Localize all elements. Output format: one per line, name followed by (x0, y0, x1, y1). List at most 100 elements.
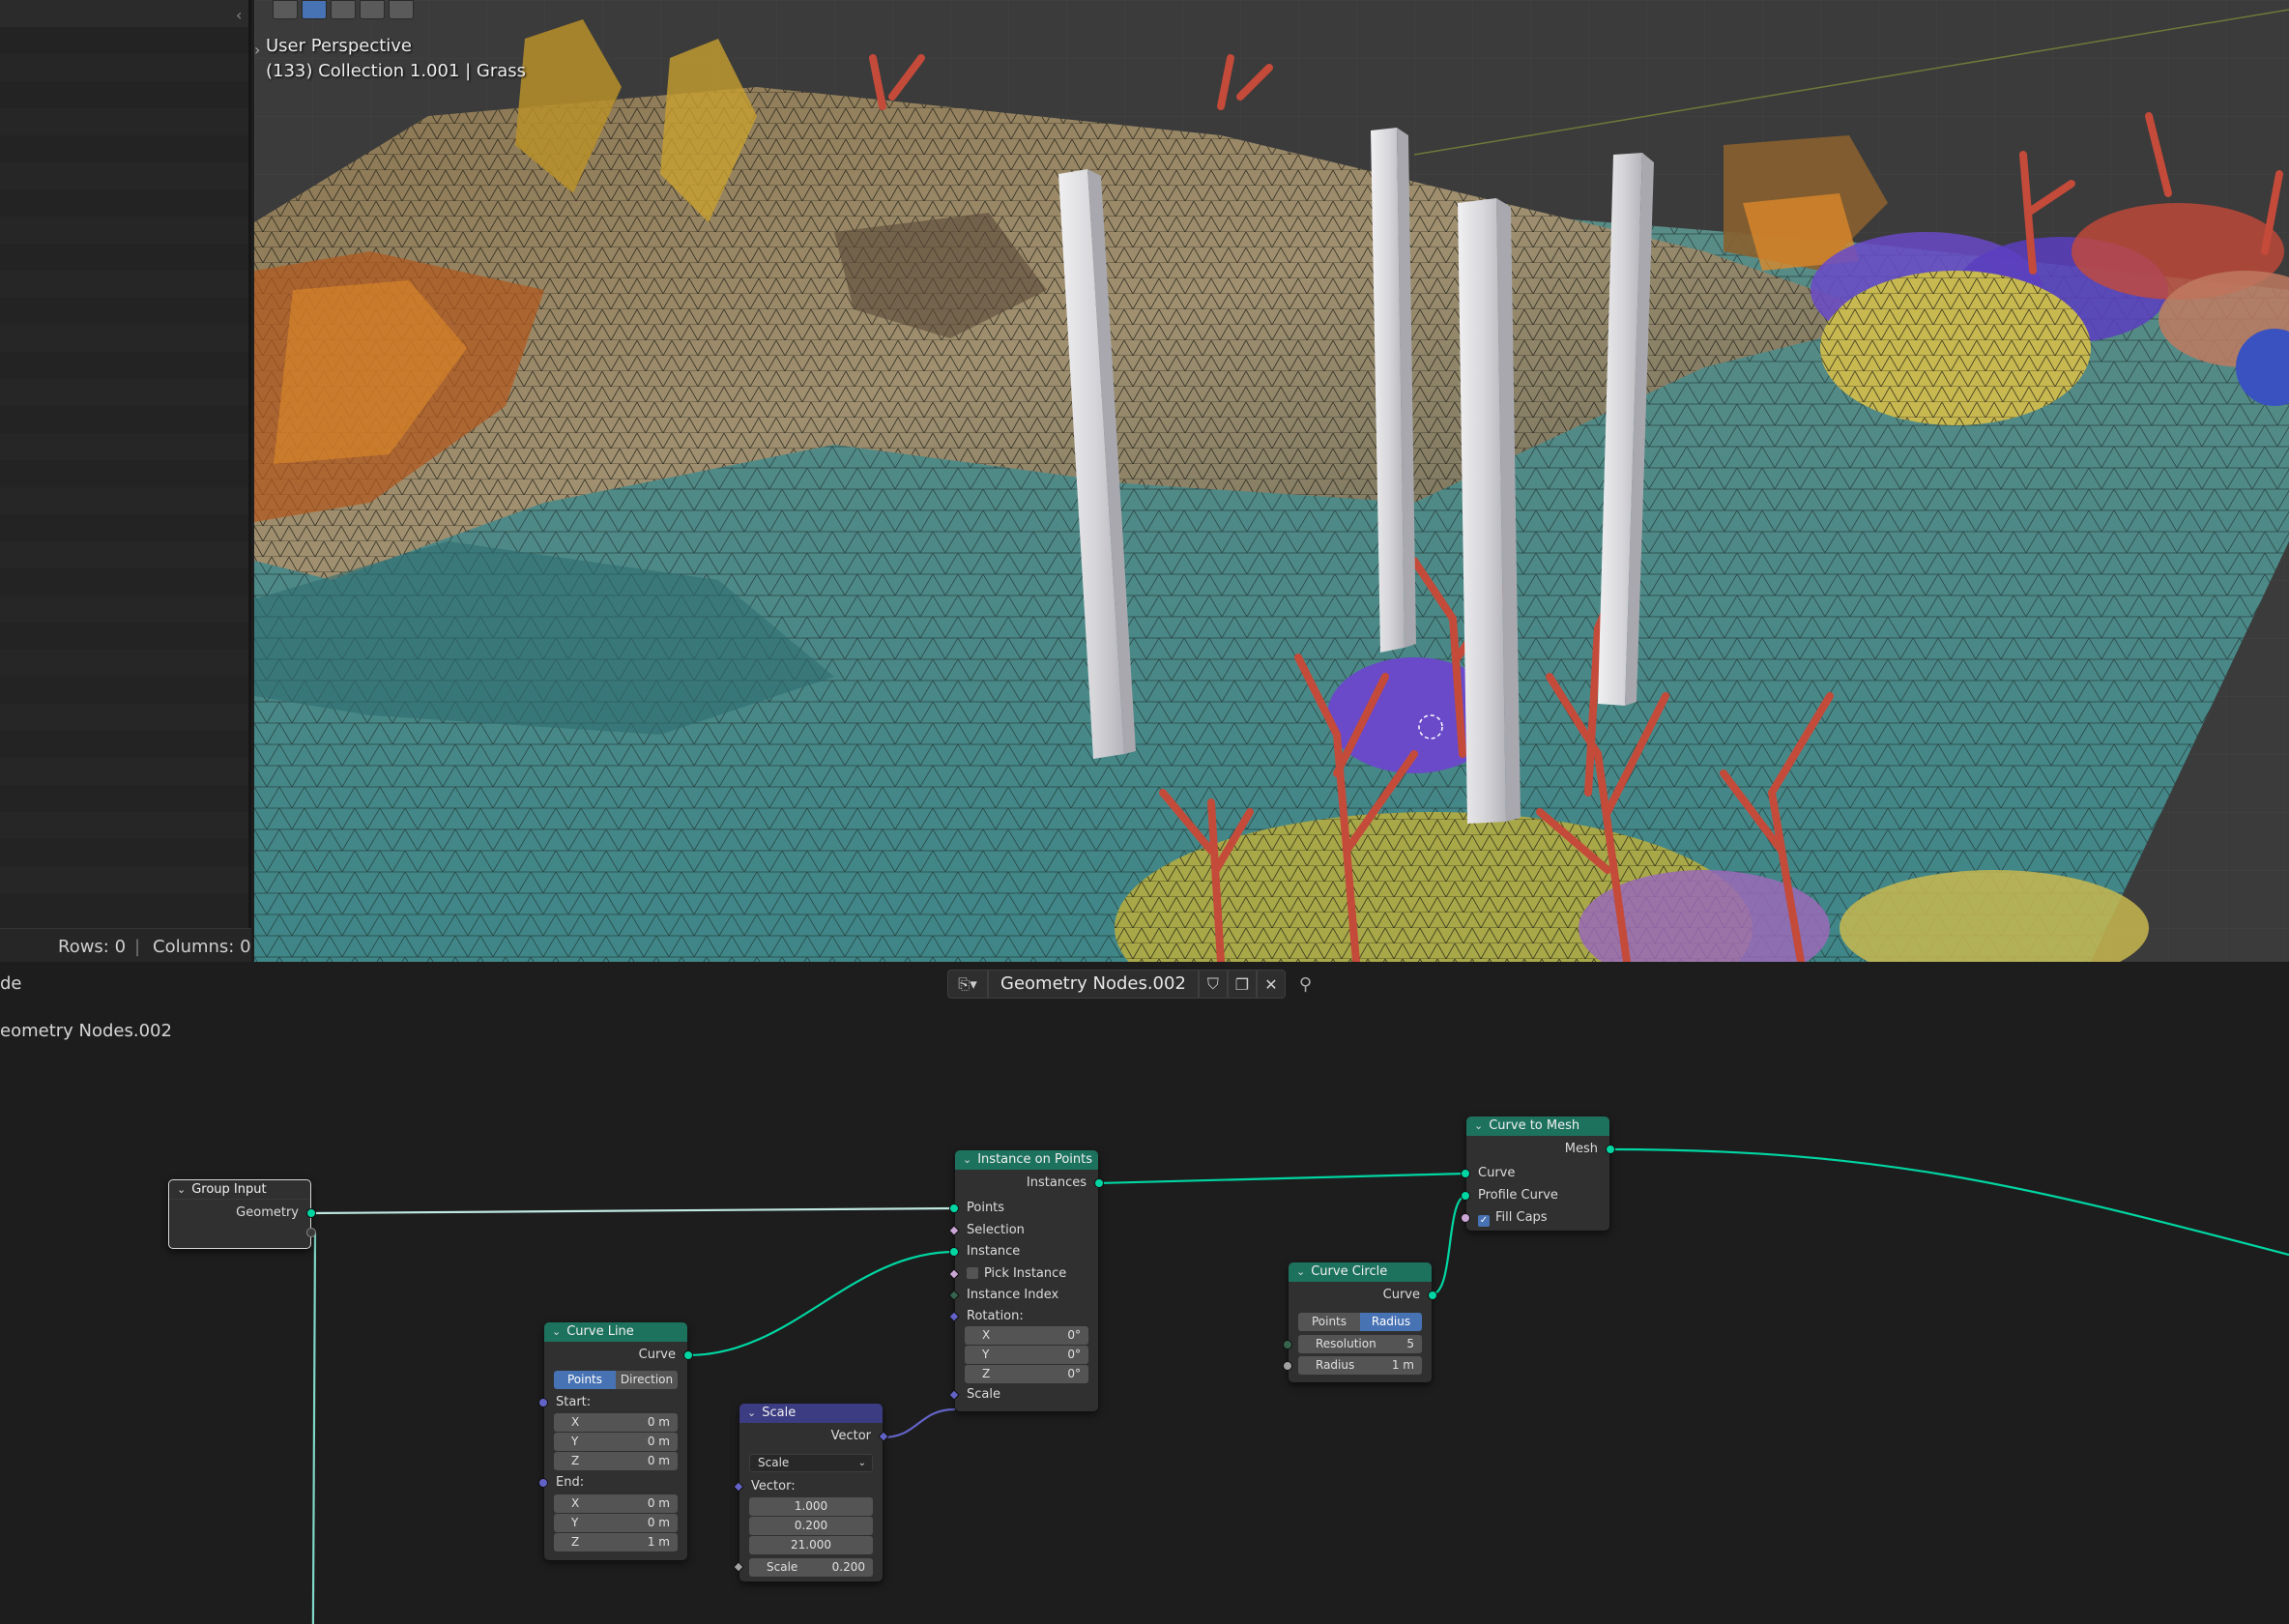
spreadsheet-row (0, 541, 248, 568)
spreadsheet-row (0, 866, 248, 893)
vector-z-field[interactable]: 21.000 (749, 1536, 873, 1554)
mode-radius-button[interactable]: Radius (1360, 1313, 1422, 1331)
mode-toggle: Points Direction (554, 1371, 678, 1389)
view-info: (133) Collection 1.001 | Grass (266, 61, 527, 81)
spreadsheet-row (0, 271, 248, 298)
select-box-mode-button[interactable] (302, 0, 327, 19)
spreadsheet-row (0, 325, 248, 352)
socket-label: Curve (1382, 1288, 1420, 1302)
node-group-input[interactable]: ⌄ Group Input Geometry (168, 1179, 316, 1249)
spreadsheet-footer: Rows: 0 | Columns: 0 (0, 928, 251, 962)
start-z-field[interactable]: Z0 m (554, 1452, 678, 1470)
mode-points-button[interactable]: Points (1298, 1313, 1360, 1331)
spreadsheet-row (0, 0, 248, 27)
socket-label: Profile Curve (1478, 1188, 1558, 1203)
select-tool-button[interactable] (273, 0, 298, 19)
vector-y-field[interactable]: 0.200 (749, 1517, 873, 1535)
end-x-field[interactable]: X0 m (554, 1494, 678, 1513)
blender-window: ‹ Rows: 0 | Columns: 0 › User Perspectiv… (0, 0, 2289, 1624)
collapse-chevron-icon[interactable]: ⌄ (177, 1183, 186, 1196)
spreadsheet-row (0, 487, 248, 514)
mode-direction-button[interactable]: Direction (616, 1371, 678, 1389)
node-header[interactable]: ⌄ Curve Line (544, 1322, 687, 1342)
output-socket-virtual[interactable] (306, 1228, 316, 1237)
rotation-y-field[interactable]: Y 0° (965, 1346, 1088, 1364)
node-scale[interactable]: ⌄ Scale Vector Scale ⌄ Vector: 1.000 0.200… (733, 1404, 889, 1581)
link-curve-instance (687, 1250, 956, 1357)
view-name: User Perspective (266, 36, 412, 56)
fill-caps-checkbox[interactable]: ✓ (1478, 1215, 1490, 1227)
spreadsheet-row (0, 595, 248, 623)
collapse-chevron-icon[interactable]: ⌄ (963, 1153, 971, 1166)
rotation-label: Rotation: (967, 1309, 1024, 1323)
spreadsheet-row (0, 379, 248, 406)
node-header[interactable]: ⌄ Curve to Mesh (1466, 1116, 1609, 1136)
socket-label: Curve (1478, 1166, 1516, 1180)
spreadsheet-row (0, 812, 248, 839)
collapse-chevron-icon[interactable]: ⌄ (1474, 1119, 1483, 1132)
socket-label: Points (967, 1201, 1005, 1215)
input-socket-curve[interactable] (1461, 1169, 1470, 1178)
spreadsheet-row (0, 704, 248, 731)
fill-caps-row: ✓ Fill Caps (1478, 1210, 1548, 1227)
collapse-chevron-icon[interactable]: ⌄ (747, 1406, 756, 1419)
node-header[interactable]: ⌄ Scale (739, 1404, 883, 1423)
output-socket-geometry[interactable] (306, 1208, 316, 1218)
vector-label: Vector: (751, 1479, 796, 1494)
link-geometry-down (311, 1232, 317, 1624)
socket-label: Geometry (236, 1205, 299, 1220)
end-y-field[interactable]: Y0 m (554, 1514, 678, 1532)
node-editor[interactable]: de ⎘▾ Geometry Nodes.002 ⛉ ❐ ✕ ⚲ eometry… (0, 965, 2289, 1624)
node-header[interactable]: ⌄ Instance on Points (955, 1150, 1098, 1170)
node-curve-to-mesh[interactable]: ⌄ Curve to Mesh Mesh Curve Profile Curve … (1461, 1116, 1615, 1231)
output-socket-instances[interactable] (1094, 1178, 1104, 1188)
input-socket-end[interactable] (538, 1478, 548, 1488)
link-instances-curve (1096, 1172, 1467, 1185)
spreadsheet-row (0, 54, 248, 81)
mode-points-button[interactable]: Points (554, 1371, 616, 1389)
socket-label: Instance Index (967, 1288, 1059, 1302)
node-instance-on-points[interactable]: ⌄ Instance on Points Instances Points Sel… (948, 1150, 1104, 1411)
output-socket-curve[interactable] (683, 1350, 693, 1360)
collapse-chevron-icon[interactable]: ⌄ (552, 1325, 561, 1338)
vector-x-field[interactable]: 1.000 (749, 1497, 873, 1516)
node-header[interactable]: ⌄ Curve Circle (1289, 1262, 1432, 1282)
node-header[interactable]: ⌄ Group Input (169, 1180, 310, 1200)
select-extend-mode-button[interactable] (331, 0, 356, 19)
start-y-field[interactable]: Y0 m (554, 1433, 678, 1451)
rotation-z-field[interactable]: Z 0° (965, 1365, 1088, 1383)
socket-label: Vector (830, 1429, 871, 1443)
node-curve-line[interactable]: ⌄ Curve Line Curve Points Direction Start… (538, 1322, 693, 1560)
spreadsheet-row (0, 758, 248, 785)
pick-instance-checkbox[interactable] (967, 1267, 978, 1279)
operation-dropdown[interactable]: Scale ⌄ (749, 1454, 873, 1472)
output-socket-curve[interactable] (1428, 1290, 1437, 1300)
collapse-chevron-icon[interactable]: ‹ (236, 6, 249, 27)
node-curve-circle[interactable]: ⌄ Curve Circle Curve Points Radius Resolu… (1283, 1262, 1437, 1382)
output-socket-mesh[interactable] (1606, 1145, 1615, 1154)
socket-label: Instances (1026, 1175, 1087, 1190)
input-socket-start[interactable] (538, 1398, 548, 1407)
end-label: End: (556, 1475, 585, 1490)
scale-value-field[interactable]: Scale 0.200 (749, 1558, 873, 1577)
link-geometry-points (310, 1206, 956, 1215)
rotation-x-field[interactable]: X 0° (965, 1326, 1088, 1345)
end-z-field[interactable]: Z1 m (554, 1533, 678, 1552)
input-socket-profile-curve[interactable] (1461, 1191, 1470, 1201)
viewport-scene[interactable] (254, 0, 2289, 962)
radius-field[interactable]: Radius 1 m (1298, 1356, 1422, 1375)
select-intersect-mode-button[interactable] (389, 0, 414, 19)
collapse-chevron-icon[interactable]: ⌄ (1296, 1265, 1305, 1278)
input-socket-resolution[interactable] (1283, 1340, 1292, 1349)
start-x-field[interactable]: X0 m (554, 1413, 678, 1432)
3d-viewport[interactable]: › User Perspective (133) Collection 1.00… (254, 0, 2289, 962)
input-socket-instance[interactable] (949, 1247, 959, 1257)
select-subtract-mode-button[interactable] (360, 0, 385, 19)
input-socket-radius[interactable] (1283, 1361, 1292, 1371)
resolution-field[interactable]: Resolution 5 (1298, 1335, 1422, 1353)
rows-count: Rows: 0 (58, 937, 127, 957)
toolbar-expand-icon[interactable]: › (254, 41, 260, 59)
socket-label: Instance (967, 1244, 1021, 1259)
input-socket-fill-caps[interactable] (1461, 1213, 1470, 1223)
input-socket-points[interactable] (949, 1204, 959, 1213)
